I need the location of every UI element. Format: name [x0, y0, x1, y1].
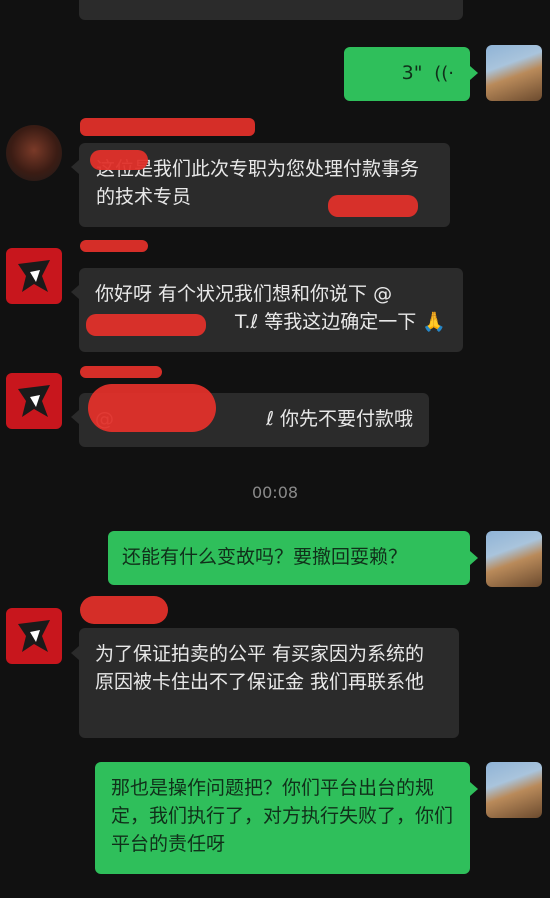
voice-message-bubble[interactable]: 3" ((·: [344, 47, 470, 101]
sender-name-redacted: [80, 118, 255, 136]
mask-logo-icon: [18, 260, 50, 292]
bubble-tail: [71, 285, 79, 299]
message-text: 还能有什么变故吗？要撤回耍赖？: [122, 546, 408, 568]
message-bubble[interactable]: 你好呀 有个状况我们想和你说下 @ T.ℓ 等我这边确定一下 🙏: [79, 268, 463, 352]
redaction-mark: [328, 195, 418, 217]
message-text-line1: 你好呀 有个状况我们想和你说下 @: [95, 283, 393, 305]
pray-emoji: 🙏: [422, 311, 446, 333]
message-bubble-partial[interactable]: [79, 0, 463, 20]
redaction-mark: [86, 314, 206, 336]
sender-name-redacted: [80, 596, 168, 624]
redaction-mark: [88, 384, 216, 432]
timestamp: 00:08: [251, 483, 299, 502]
bubble-tail: [71, 410, 79, 424]
self-avatar[interactable]: [486, 45, 542, 101]
message-bubble[interactable]: 那也是操作问题把？你们平台出台的规定，我们执行了，对方执行失败了，你们平台的责任…: [95, 762, 470, 874]
voice-wave-icon: ((·: [428, 63, 454, 84]
self-avatar[interactable]: [486, 531, 542, 587]
bubble-tail: [470, 66, 478, 80]
mask-logo-icon: [18, 620, 50, 652]
message-text: 那也是操作问题把？你们平台出台的规定，我们执行了，对方执行失败了，你们平台的责任…: [111, 777, 454, 855]
contact-avatar-red[interactable]: [6, 373, 62, 429]
message-text-line2: T.ℓ 等我这边确定一下: [235, 311, 417, 333]
contact-avatar-red[interactable]: [6, 608, 62, 664]
message-bubble[interactable]: 为了保证拍卖的公平 有买家因为系统的原因被卡住出不了保证金 我们再联系他: [79, 628, 459, 738]
redaction-mark: [90, 150, 148, 170]
bubble-tail: [71, 160, 79, 174]
voice-duration: 3": [401, 62, 423, 84]
contact-avatar-red[interactable]: [6, 248, 62, 304]
bubble-tail: [470, 551, 478, 565]
message-bubble[interactable]: 还能有什么变故吗？要撤回耍赖？: [108, 531, 470, 585]
sender-name-redacted: [80, 366, 162, 378]
contact-avatar[interactable]: [6, 125, 62, 181]
bubble-tail: [470, 782, 478, 796]
bubble-tail: [71, 646, 79, 660]
message-text: 为了保证拍卖的公平 有买家因为系统的原因被卡住出不了保证金 我们再联系他: [95, 643, 425, 693]
self-avatar[interactable]: [486, 762, 542, 818]
message-text: ℓ 你先不要付款哦: [266, 408, 413, 430]
sender-name-redacted: [80, 240, 148, 252]
mask-logo-icon: [18, 385, 50, 417]
